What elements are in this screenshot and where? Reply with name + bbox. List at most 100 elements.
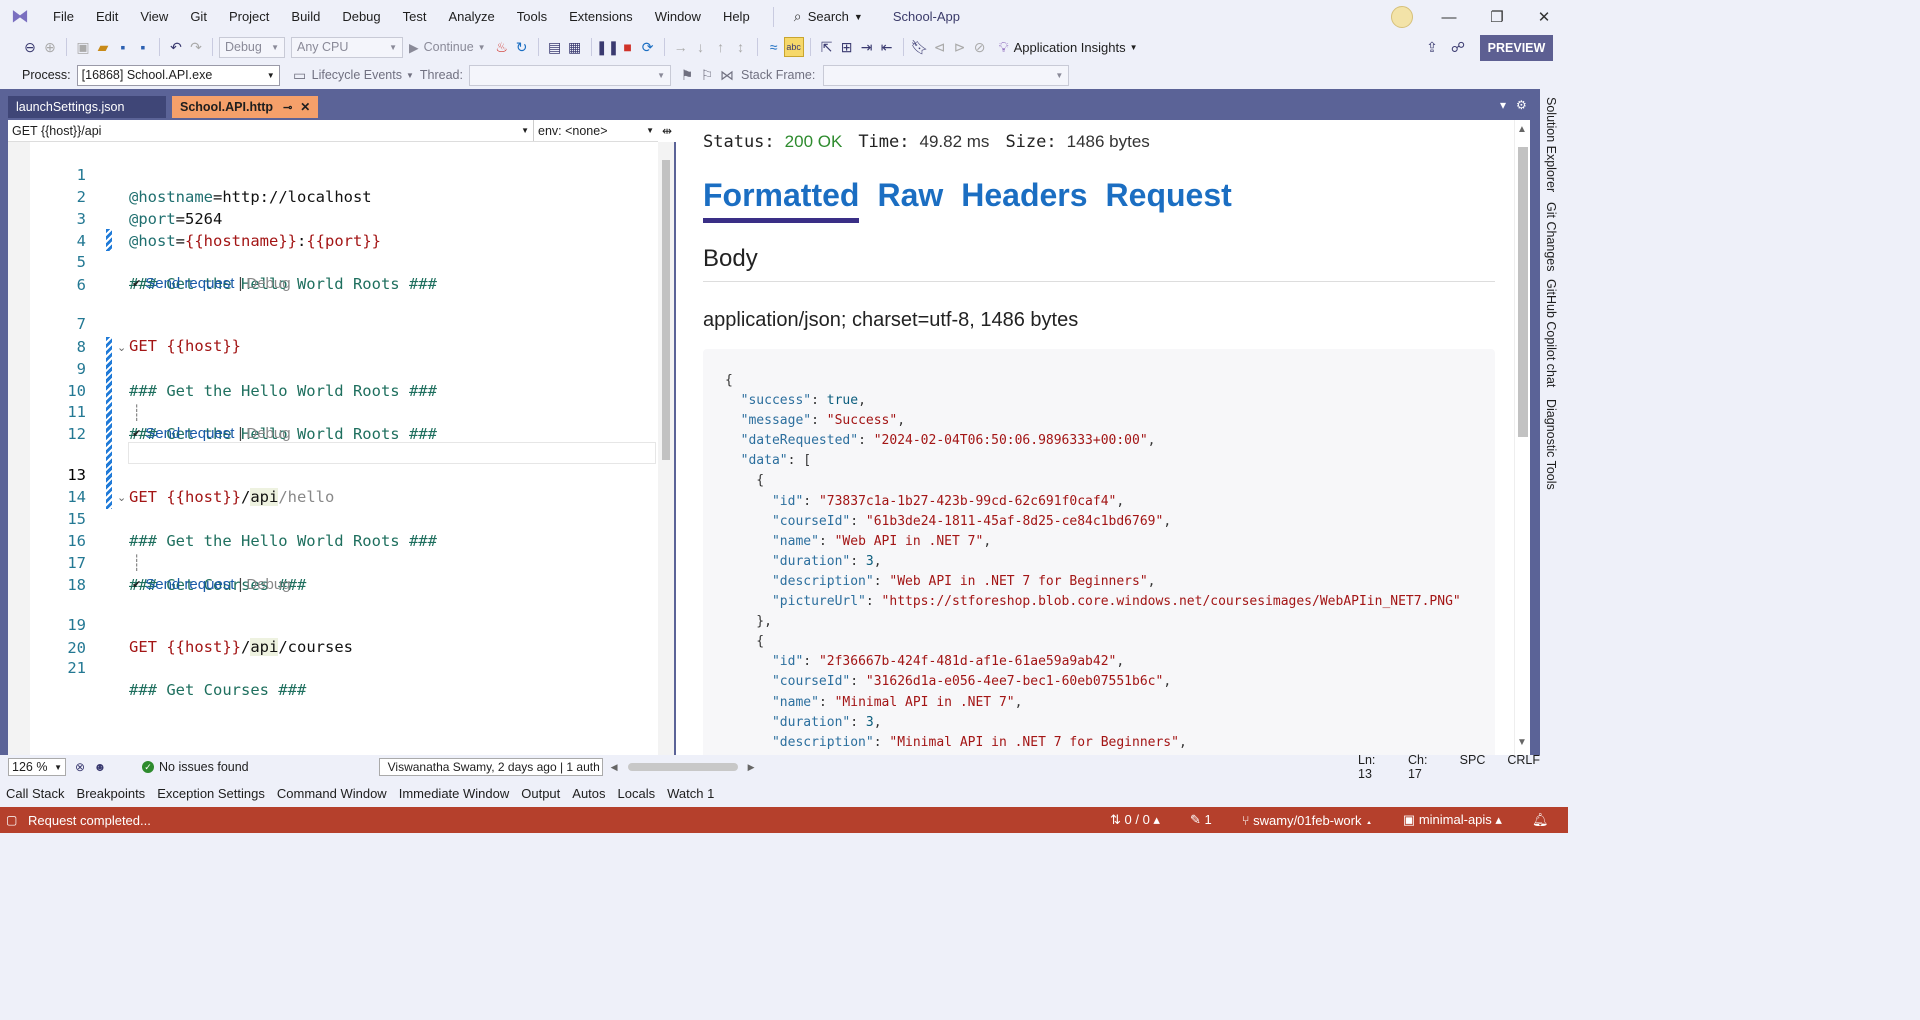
open-folder-icon[interactable]: ▰: [93, 37, 113, 57]
tab-request[interactable]: Request: [1106, 177, 1232, 223]
code-editor[interactable]: ⌄ ⌄ 1 @hostname=http://localhost 2 @port…: [8, 142, 658, 755]
continue-button[interactable]: ▶ Continue ▼: [409, 40, 486, 55]
thread-combo[interactable]: ▼: [468, 64, 671, 86]
browse-folder-icon[interactable]: ▤: [545, 37, 565, 57]
request-selector[interactable]: GET {{host}}/api ▼: [8, 120, 534, 141]
step-into-icon[interactable]: ↓: [691, 37, 711, 57]
tab-formatted[interactable]: Formatted: [703, 177, 860, 223]
tab-watch-1[interactable]: Watch 1: [661, 786, 720, 801]
restore-icon[interactable]: ❐: [1485, 6, 1509, 28]
navigate-forward-icon[interactable]: ⊕: [40, 37, 60, 57]
tab-github-copilot-chat[interactable]: GitHub Copilot chat: [1544, 279, 1558, 387]
close-window-icon[interactable]: ✕: [1532, 6, 1556, 28]
close-tab-icon[interactable]: ✕: [300, 100, 310, 114]
tab-call-stack[interactable]: Call Stack: [0, 786, 71, 801]
send-request-link[interactable]: Send request: [145, 576, 234, 593]
bookmark-icon[interactable]: 🔖︎: [910, 37, 930, 57]
outdent-icon[interactable]: ⇤: [877, 37, 897, 57]
environment-selector[interactable]: env: <none> ▼: [534, 120, 658, 141]
scrollbar-thumb[interactable]: [662, 160, 670, 460]
next-bookmark-icon[interactable]: ⊳: [950, 37, 970, 57]
search-button[interactable]: ⌕ Search ▼: [772, 6, 863, 27]
whitespace-indicator[interactable]: SPC: [1460, 753, 1486, 781]
line-indicator[interactable]: Ln: 13: [1358, 753, 1386, 781]
tab-solution-explorer[interactable]: Solution Explorer: [1544, 97, 1558, 192]
clear-bookmarks-icon[interactable]: ⊘: [970, 37, 990, 57]
menu-analyze[interactable]: Analyze: [437, 9, 505, 24]
tab-list-dropdown-icon[interactable]: ▾: [1500, 98, 1506, 112]
split-view-toggle[interactable]: ⇹: [658, 120, 676, 142]
save-all-icon[interactable]: ▪: [133, 37, 153, 57]
stop-debugging-icon[interactable]: ■: [618, 37, 638, 57]
diagnostics-icon[interactable]: ≈: [764, 37, 784, 57]
menu-debug[interactable]: Debug: [331, 9, 391, 24]
scroll-down-icon[interactable]: ▼: [1517, 737, 1527, 748]
process-combo[interactable]: [16868] School.API.exe ▼: [76, 64, 280, 86]
share-icon[interactable]: ⇪: [1422, 37, 1442, 57]
debug-link[interactable]: Debug: [246, 275, 290, 292]
live-share-icon[interactable]: ☻: [90, 757, 110, 777]
editor-horizontal-scrollbar[interactable]: [627, 763, 738, 771]
menu-project[interactable]: Project: [218, 9, 280, 24]
notification-icon[interactable]: ▢: [6, 813, 17, 827]
sync-indicator[interactable]: ⇅ 0 / 0 ▴: [1110, 812, 1160, 828]
menu-test[interactable]: Test: [392, 9, 438, 24]
copilot-icon[interactable]: ⊗: [70, 757, 90, 777]
redo-icon[interactable]: ↷: [186, 37, 206, 57]
save-icon[interactable]: ▪: [113, 37, 133, 57]
settings-icon[interactable]: ⚙: [1516, 98, 1527, 112]
flag-thread-icon[interactable]: ⚑: [677, 65, 697, 85]
lifecycle-events-button[interactable]: Lifecycle Events: [312, 68, 402, 82]
tab-git-changes[interactable]: Git Changes: [1544, 202, 1558, 271]
notifications-bell-icon[interactable]: 🔔︎: [1532, 812, 1549, 828]
preview-button[interactable]: PREVIEW: [1480, 35, 1553, 61]
scroll-up-icon[interactable]: ▲: [1517, 124, 1527, 135]
tab-launchsettings[interactable]: launchSettings.json: [8, 96, 166, 118]
menu-view[interactable]: View: [129, 9, 179, 24]
hot-reload-icon[interactable]: ♨: [492, 37, 512, 57]
new-project-icon[interactable]: ▣: [73, 37, 93, 57]
line-ending-indicator[interactable]: CRLF: [1507, 753, 1540, 781]
column-indicator[interactable]: Ch: 17: [1408, 753, 1438, 781]
tab-output[interactable]: Output: [515, 786, 566, 801]
response-vertical-scrollbar[interactable]: ▲ ▼: [1514, 120, 1530, 755]
tab-breakpoints[interactable]: Breakpoints: [71, 786, 152, 801]
feedback-icon[interactable]: ☍: [1448, 37, 1468, 57]
menu-window[interactable]: Window: [644, 9, 712, 24]
tab-immediate-window[interactable]: Immediate Window: [393, 786, 516, 801]
debug-link[interactable]: Debug: [246, 425, 290, 442]
parallel-stacks-icon[interactable]: ⊞: [837, 37, 857, 57]
configuration-combo[interactable]: Debug ▼: [219, 36, 285, 58]
refresh-icon[interactable]: ↻: [512, 37, 532, 57]
send-request-link[interactable]: Send request: [145, 275, 234, 292]
menu-extensions[interactable]: Extensions: [558, 9, 644, 24]
scroll-right-icon[interactable]: ▶: [748, 762, 755, 773]
tab-school-api-http[interactable]: School.API.http ⊸ ✕: [172, 96, 319, 118]
stack-frame-combo[interactable]: ▼: [823, 64, 1070, 86]
menu-help[interactable]: Help: [712, 9, 761, 24]
break-all-icon[interactable]: ❚❚: [596, 37, 619, 57]
debug-link[interactable]: Debug: [246, 576, 290, 593]
issues-indicator[interactable]: ✓ No issues found: [142, 760, 249, 774]
platform-combo[interactable]: Any CPU ▼: [291, 36, 403, 58]
tab-autos[interactable]: Autos: [566, 786, 611, 801]
scroll-left-icon[interactable]: ◀: [611, 762, 618, 773]
zoom-combo[interactable]: 126 % ▼: [8, 758, 66, 776]
minimize-icon[interactable]: —: [1437, 6, 1461, 28]
tab-exception-settings[interactable]: Exception Settings: [151, 786, 271, 801]
pin-icon[interactable]: ⊸: [283, 101, 292, 114]
navigate-back-icon[interactable]: ⊖: [20, 37, 40, 57]
prev-bookmark-icon[interactable]: ⊲: [930, 37, 950, 57]
layout-icon[interactable]: ▦: [565, 37, 585, 57]
indent-icon[interactable]: ⇥: [857, 37, 877, 57]
pointer-icon[interactable]: ⇱: [817, 37, 837, 57]
toggle-flag-icon[interactable]: ⚐: [697, 65, 717, 85]
send-request-link[interactable]: Send request: [145, 425, 234, 442]
tab-command-window[interactable]: Command Window: [271, 786, 393, 801]
tab-headers[interactable]: Headers: [961, 177, 1087, 223]
spell-check-icon[interactable]: abc: [783, 37, 804, 57]
step-over-icon[interactable]: →: [671, 37, 691, 57]
tab-raw[interactable]: Raw: [877, 177, 943, 223]
restart-icon[interactable]: ⟳: [638, 37, 658, 57]
repository-indicator[interactable]: ▣ minimal-apis ▴: [1403, 812, 1502, 828]
